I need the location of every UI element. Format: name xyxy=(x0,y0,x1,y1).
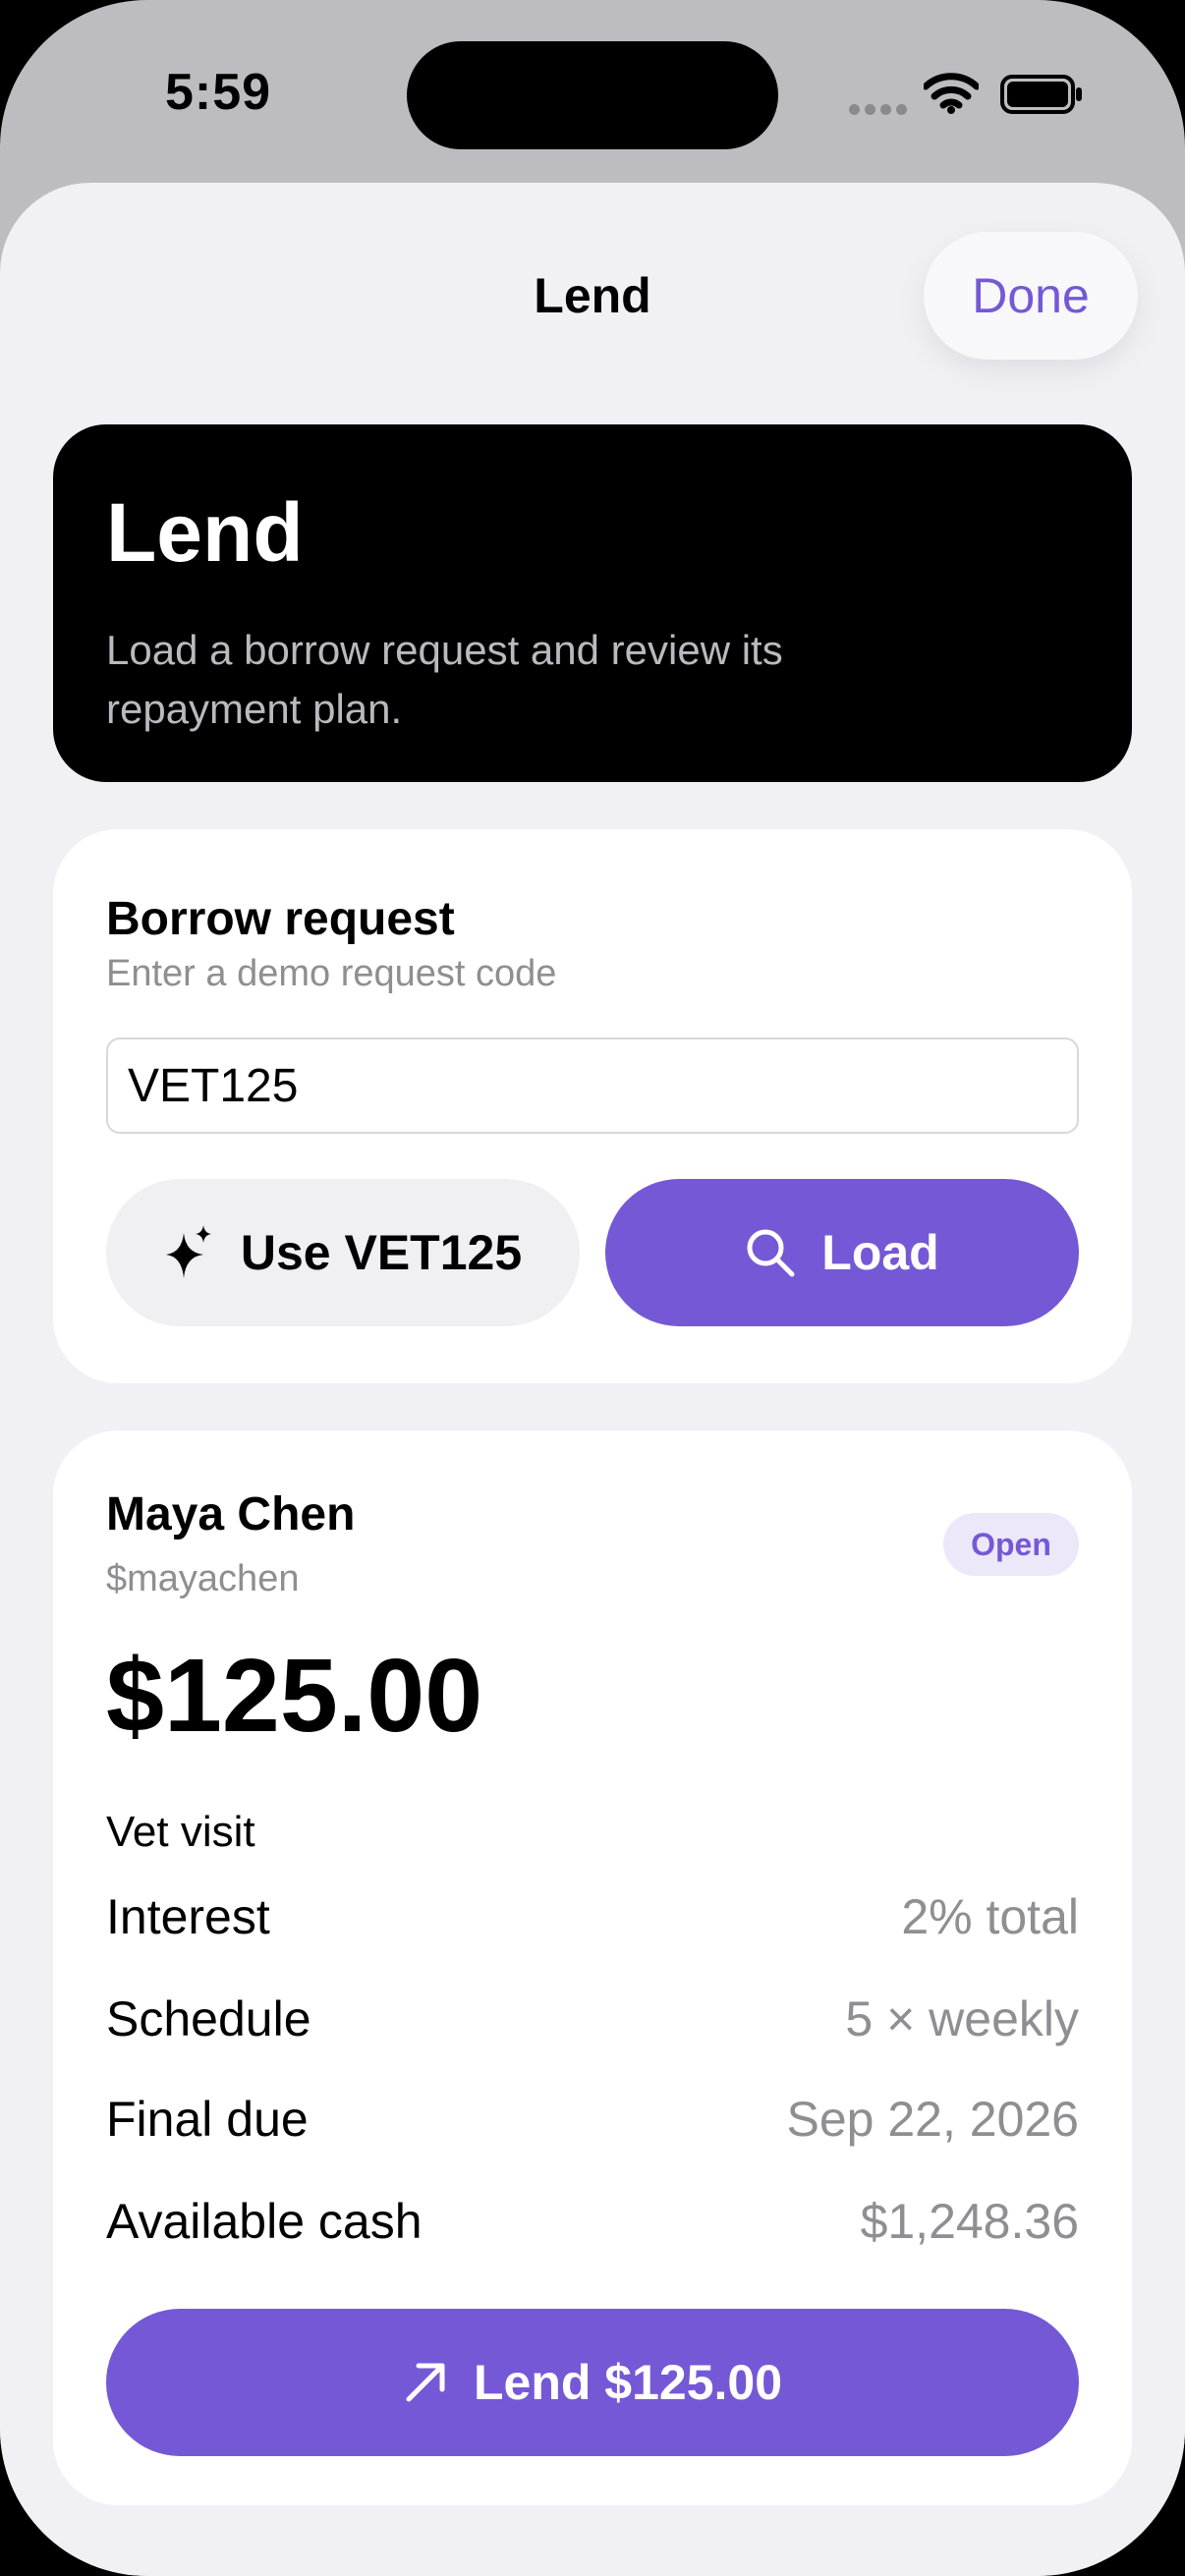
detail-value: 2% total xyxy=(901,1889,1079,1944)
borrow-request-title: Borrow request xyxy=(106,893,455,945)
borrow-request-subtitle: Enter a demo request code xyxy=(106,953,557,994)
detail-row-schedule: Schedule 5 × weekly xyxy=(106,1990,1079,2047)
use-demo-code-label: Use VET125 xyxy=(240,1225,523,1280)
load-button[interactable]: Load xyxy=(605,1179,1079,1326)
status-bar: 5:59 xyxy=(0,0,1185,187)
loan-purpose: Vet visit xyxy=(106,1808,255,1856)
hero-title: Lend xyxy=(106,486,304,579)
detail-value: 5 × weekly xyxy=(845,1991,1079,2046)
hero-subtitle: Load a borrow request and review its rep… xyxy=(106,627,783,732)
wifi-icon xyxy=(922,73,981,119)
borrow-request-card: Borrow request Enter a demo request code… xyxy=(53,829,1132,1383)
lend-button[interactable]: Lend $125.00 xyxy=(106,2309,1079,2456)
detail-row-available-cash: Available cash $1,248.36 xyxy=(106,2193,1079,2250)
detail-label: Available cash xyxy=(106,2194,423,2249)
status-time: 5:59 xyxy=(165,64,272,121)
loan-amount: $125.00 xyxy=(106,1638,483,1754)
detail-label: Schedule xyxy=(106,1991,311,2046)
search-icon xyxy=(745,1227,796,1278)
hero-card: Lend Load a borrow request and review it… xyxy=(53,424,1132,782)
use-demo-code-button[interactable]: Use VET125 xyxy=(106,1179,580,1326)
detail-label: Final due xyxy=(106,2092,309,2147)
load-label: Load xyxy=(821,1225,939,1280)
request-code-input[interactable] xyxy=(106,1037,1079,1134)
loan-details-card: Maya Chen $mayachen Open $125.00 Vet vis… xyxy=(53,1430,1132,2505)
lend-sheet: Lend Done Lend Load a borrow request and… xyxy=(0,183,1185,2576)
lend-button-label: Lend $125.00 xyxy=(473,2355,783,2410)
battery-icon xyxy=(1000,75,1085,119)
borrower-handle: $mayachen xyxy=(106,1558,300,1599)
detail-value: Sep 22, 2026 xyxy=(786,2092,1080,2147)
borrower-name: Maya Chen xyxy=(106,1488,356,1540)
device-screen: 5:59 Lend Done Lend Load a borrow reques… xyxy=(0,0,1185,2576)
detail-row-final-due: Final due Sep 22, 2026 xyxy=(106,2091,1079,2148)
detail-label: Interest xyxy=(106,1889,270,1944)
done-button[interactable]: Done xyxy=(924,232,1138,360)
cellular-signal-icon xyxy=(849,102,912,120)
dynamic-island xyxy=(407,41,778,149)
detail-value: $1,248.36 xyxy=(860,2194,1079,2249)
arrow-up-right-icon xyxy=(403,2360,448,2405)
status-badge: Open xyxy=(943,1513,1079,1576)
sparkles-icon xyxy=(164,1223,215,1282)
detail-row-interest: Interest 2% total xyxy=(106,1888,1079,1945)
